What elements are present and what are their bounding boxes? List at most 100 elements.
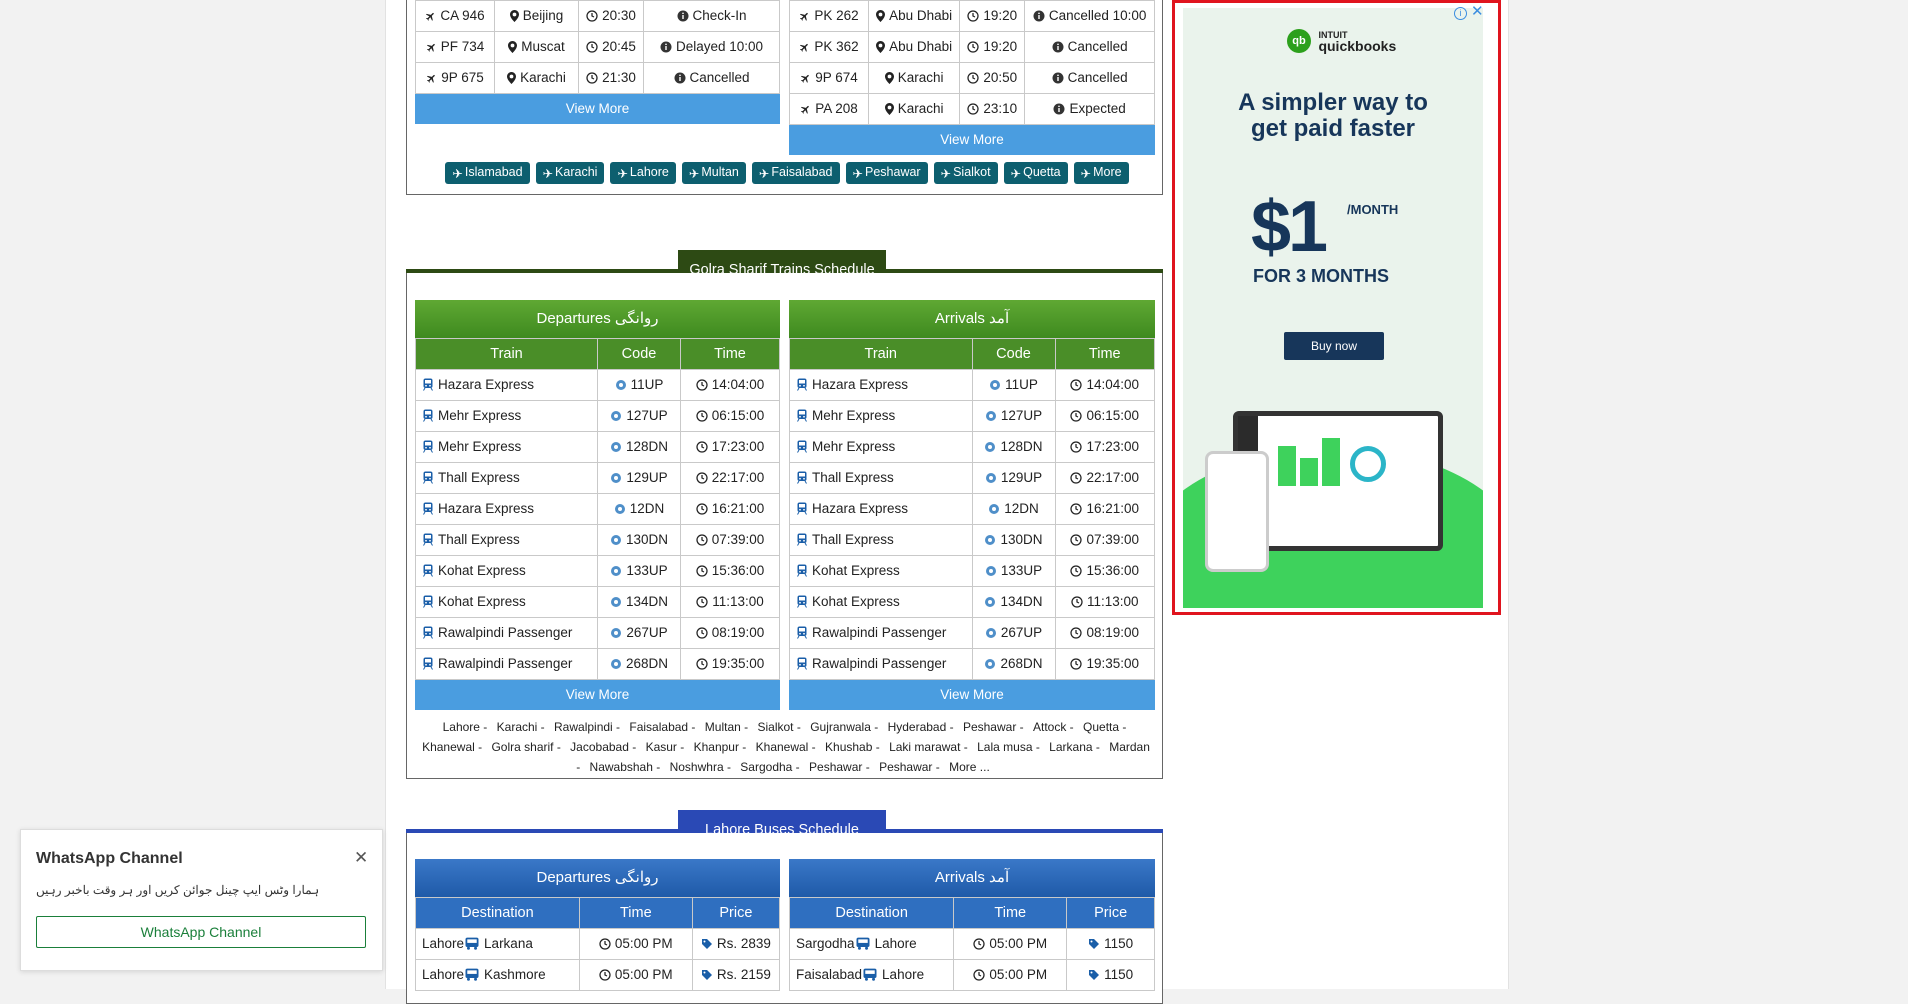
city-link[interactable]: Faisalabad - <box>629 720 695 734</box>
clock-icon <box>1070 409 1083 425</box>
train-row[interactable]: Kohat Express 134DN 11:13:00 <box>789 586 1155 618</box>
clock-icon <box>967 71 979 87</box>
ad-headline: A simpler way to get paid faster <box>1238 89 1428 142</box>
plane-icon <box>799 41 810 56</box>
train-row[interactable]: Thall Express 129UP 22:17:00 <box>415 462 780 494</box>
flight-row[interactable]: 9P 674 Karachi 20:50 Cancelled <box>789 62 1155 94</box>
price-tag-icon <box>1088 969 1100 984</box>
bus-row[interactable]: Faisalabad Lahore 05:00 PM 1150 <box>788 959 1155 991</box>
city-link[interactable]: Peshawar - <box>879 760 940 774</box>
city-link[interactable]: Rawalpindi - <box>554 720 620 734</box>
city-link[interactable]: Khushab - <box>825 740 880 754</box>
whatsapp-channel-button[interactable]: WhatsApp Channel <box>36 916 366 948</box>
city-link[interactable]: Gujranwala - <box>810 720 878 734</box>
flight-row[interactable]: CA 946 Beijing 20:30 Check-In <box>415 0 780 32</box>
city-link[interactable]: Sialkot - <box>757 720 800 734</box>
train-row[interactable]: Hazara Express 12DN 16:21:00 <box>789 493 1155 525</box>
city-link[interactable]: Khanewal - <box>756 740 816 754</box>
bus-row[interactable]: Lahore Kashmore 05:00 PM Rs. 2159 <box>415 959 781 991</box>
bus-time: 05:00 PM <box>989 935 1048 951</box>
train-time: 16:21:00 <box>711 500 765 516</box>
city-tag-button[interactable]: ✈ Islamabad <box>445 162 530 184</box>
city-link[interactable]: Karachi - <box>497 720 545 734</box>
city-tag-button[interactable]: ✈ Faisalabad <box>751 162 840 184</box>
flight-row[interactable]: 9P 675 Karachi 21:30 Cancelled <box>415 62 780 94</box>
city-link[interactable]: Lahore - <box>443 720 488 734</box>
flight-row[interactable]: PK 262 Abu Dhabi 19:20 Cancelled 10:00 <box>789 0 1155 32</box>
city-tags: ✈ Islamabad ✈ Karachi ✈ Lahore ✈ Multan ✈ Faisala… <box>417 162 1157 184</box>
flight-time: 19:20 <box>983 7 1018 23</box>
city-link[interactable]: Kasur - <box>646 740 685 754</box>
code-icon <box>610 596 622 611</box>
city-link[interactable]: Sargodha - <box>740 760 799 774</box>
city-link[interactable]: Quetta - <box>1083 720 1126 734</box>
flights-left-view-more[interactable]: View More <box>415 94 780 124</box>
city-link[interactable]: Multan - <box>705 720 748 734</box>
clock-icon <box>1070 502 1083 518</box>
city-tag-button[interactable]: ✈ Peshawar <box>845 162 928 184</box>
city-link[interactable]: Peshawar - <box>963 720 1024 734</box>
whatsapp-close-icon[interactable]: ✕ <box>354 848 368 868</box>
city-link[interactable]: Hyderabad - <box>888 720 954 734</box>
ad-creative[interactable]: qb INTUIT quickbooks A simpler way to ge… <box>1183 8 1483 608</box>
flight-number: PK 262 <box>814 7 859 23</box>
train-row[interactable]: Mehr Express 128DN 17:23:00 <box>415 431 780 463</box>
train-row[interactable]: Thall Express 130DN 07:39:00 <box>789 524 1155 556</box>
flight-row[interactable]: PA 208 Karachi 23:10 Expected <box>789 93 1155 125</box>
train-row[interactable]: Kohat Express 133UP 15:36:00 <box>415 555 780 587</box>
bus-row[interactable]: Lahore Larkana 05:00 PM Rs. 2839 <box>415 928 781 960</box>
ad-close-icon[interactable]: ✕ <box>1471 4 1484 19</box>
city-link[interactable]: Nawabshah - <box>590 760 661 774</box>
city-link[interactable]: Larkana - <box>1049 740 1100 754</box>
train-row[interactable]: Kohat Express 134DN 11:13:00 <box>415 586 780 618</box>
train-row[interactable]: Mehr Express 127UP 06:15:00 <box>415 400 780 432</box>
flight-row[interactable]: PF 734 Muscat 20:45 Delayed 10:00 <box>415 31 780 63</box>
city-link[interactable]: Golra sharif - <box>491 740 560 754</box>
info-icon <box>1033 10 1045 25</box>
city-link[interactable]: Attock - <box>1033 720 1074 734</box>
city-tag-button[interactable]: ✈ Multan <box>681 162 746 184</box>
city-link[interactable]: Lala musa - <box>977 740 1040 754</box>
train-row[interactable]: Rawalpindi Passenger 267UP 08:19:00 <box>415 617 780 649</box>
train-row[interactable]: Hazara Express 12DN 16:21:00 <box>415 493 780 525</box>
train-row[interactable]: Mehr Express 128DN 17:23:00 <box>789 431 1155 463</box>
city-tag-button[interactable]: ✈ Sialkot <box>933 162 998 184</box>
clock-icon <box>1070 440 1083 456</box>
clock-icon <box>586 9 598 25</box>
clock-icon <box>1070 657 1083 673</box>
train-row[interactable]: Kohat Express 133UP 15:36:00 <box>789 555 1155 587</box>
train-row[interactable]: Thall Express 130DN 07:39:00 <box>415 524 780 556</box>
ad-buy-button[interactable]: Buy now <box>1284 332 1384 360</box>
flights-right-view-more[interactable]: View More <box>789 125 1155 155</box>
ad-info-icon[interactable]: i <box>1454 7 1467 20</box>
train-row[interactable]: Rawalpindi Passenger 268DN 19:35:00 <box>789 648 1155 680</box>
info-icon <box>660 41 672 56</box>
city-tag-button[interactable]: ✈ Karachi <box>535 162 605 184</box>
city-tag-button[interactable]: ✈ More <box>1073 162 1129 184</box>
train-name: Kohat Express <box>438 593 526 609</box>
train-row[interactable]: Hazara Express 11UP 14:04:00 <box>789 369 1155 401</box>
trains-arrivals-view-more[interactable]: View More <box>789 680 1155 710</box>
city-link[interactable]: Khanewal - <box>422 740 482 754</box>
ad-frame[interactable]: qb INTUIT quickbooks A simpler way to ge… <box>1172 0 1501 615</box>
city-tag-button[interactable]: ✈ Quetta <box>1003 162 1068 184</box>
city-link[interactable]: More ... <box>949 760 990 774</box>
flight-time: 20:45 <box>602 38 636 54</box>
bus-row[interactable]: Sargodha Lahore 05:00 PM 1150 <box>788 928 1155 960</box>
city-link[interactable]: Jacobabad - <box>570 740 636 754</box>
train-row[interactable]: Hazara Express 11UP 14:04:00 <box>415 369 780 401</box>
train-row[interactable]: Rawalpindi Passenger 267UP 08:19:00 <box>789 617 1155 649</box>
city-link[interactable]: Laki marawat - <box>889 740 968 754</box>
city-link[interactable]: Noshwhra - <box>670 760 731 774</box>
city-tag-button[interactable]: ✈ Lahore <box>610 162 676 184</box>
train-row[interactable]: Thall Express 129UP 22:17:00 <box>789 462 1155 494</box>
city-link[interactable]: Khanpur - <box>694 740 747 754</box>
train-row[interactable]: Mehr Express 127UP 06:15:00 <box>789 400 1155 432</box>
train-row[interactable]: Rawalpindi Passenger 268DN 19:35:00 <box>415 648 780 680</box>
city-link[interactable]: Peshawar - <box>809 760 870 774</box>
flight-city: Abu Dhabi <box>889 38 953 54</box>
flight-row[interactable]: PK 362 Abu Dhabi 19:20 Cancelled <box>789 31 1155 63</box>
col-header-time: Time <box>1054 338 1155 370</box>
train-code: 133UP <box>1000 562 1043 578</box>
trains-departures-view-more[interactable]: View More <box>415 680 780 710</box>
